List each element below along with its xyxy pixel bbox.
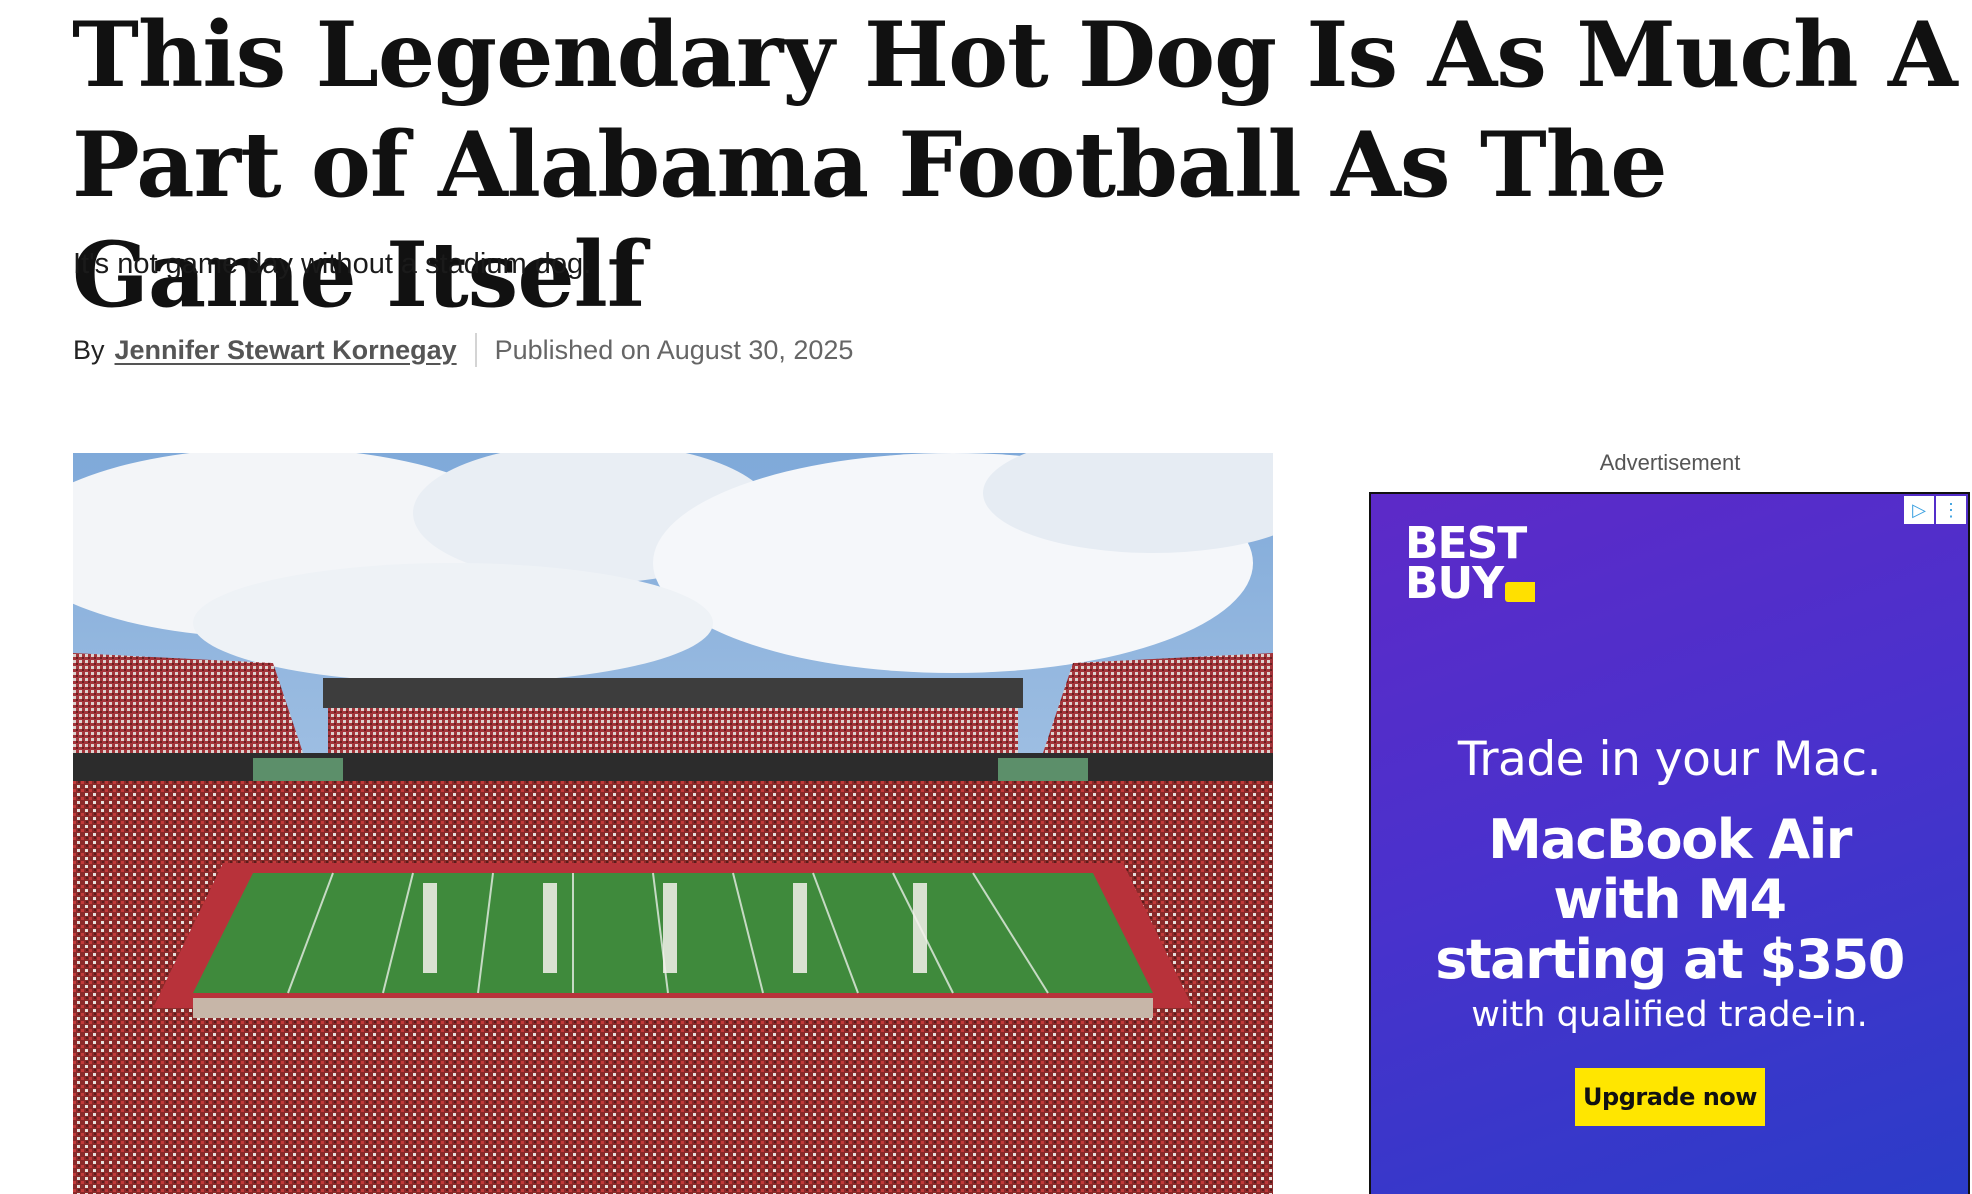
hero-image — [73, 453, 1273, 1194]
adchoices[interactable]: ▷ ⋮ — [1904, 496, 1966, 524]
byline-divider — [474, 333, 477, 367]
best-buy-ad[interactable]: ▷ ⋮ BEST BUY Trade in your Mac. MacBook … — [1369, 492, 1970, 1194]
price-tag-icon — [1505, 582, 1536, 602]
offer-line-1: MacBook Air — [1488, 808, 1852, 871]
byline: By Jennifer Stewart Kornegay Published o… — [73, 330, 853, 370]
best-buy-logo[interactable]: BEST BUY — [1405, 522, 1536, 606]
kebab-menu-icon[interactable]: ⋮ — [1936, 496, 1966, 524]
article-subheadline: It's not game day without a stadium dog. — [73, 248, 592, 280]
advertisement-label: Advertisement — [1599, 450, 1741, 475]
logo-line-2: BUY — [1405, 558, 1504, 609]
ad-offer: MacBook Air with M4 starting at $350 — [1371, 810, 1968, 990]
ad-headline: Trade in your Mac. — [1457, 732, 1882, 787]
offer-line-3: starting at $350 — [1435, 928, 1905, 991]
offer-line-2: with M4 — [1553, 868, 1787, 931]
stadium-photo — [73, 453, 1273, 1194]
play-triangle-icon[interactable]: ▷ — [1904, 496, 1934, 524]
publish-date: Published on August 30, 2025 — [494, 334, 854, 365]
author-link[interactable]: Jennifer Stewart Kornegay — [115, 335, 457, 366]
ad-fine-print: with qualified trade-in. — [1471, 995, 1868, 1035]
upgrade-now-button[interactable]: Upgrade now — [1575, 1068, 1765, 1126]
byline-prefix: By — [73, 334, 105, 365]
